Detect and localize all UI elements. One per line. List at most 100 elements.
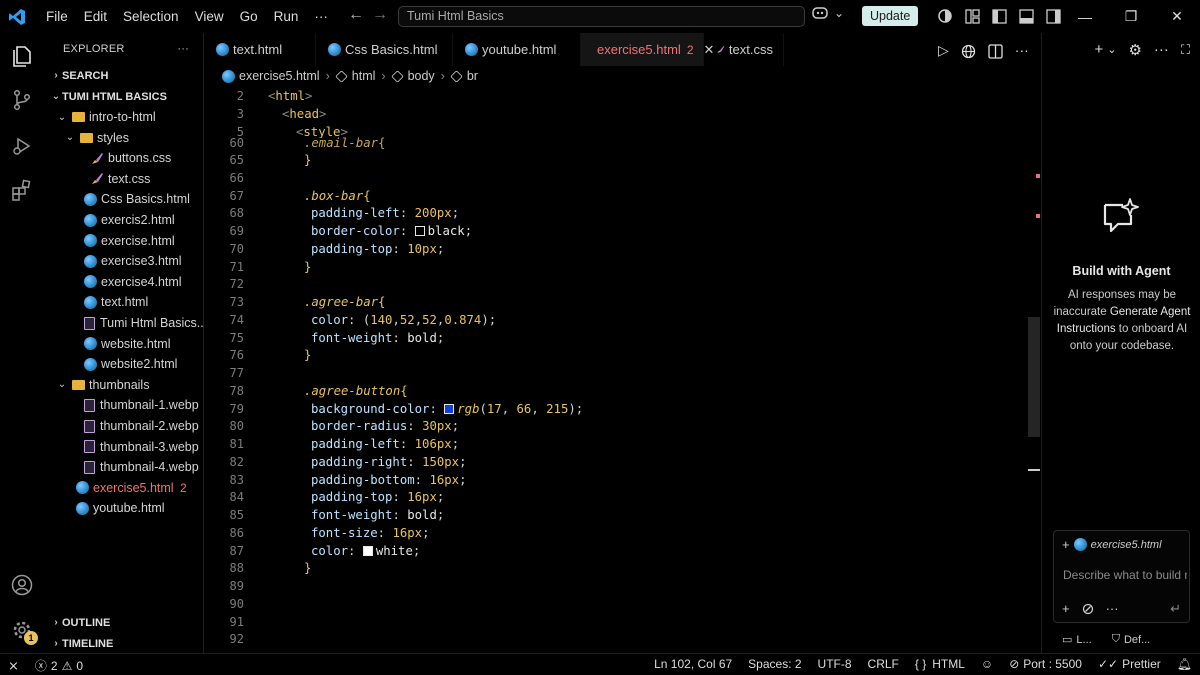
agent-mode-picker[interactable]: ▭ L... — [1062, 633, 1092, 647]
language-mode[interactable]: { } HTML — [915, 657, 965, 671]
send-enter-icon[interactable]: ↵ — [1170, 601, 1181, 617]
tree-item-exercise3-html[interactable]: exercise3.html — [84, 251, 182, 271]
tree-item-exercise-html[interactable]: exercise.html — [84, 231, 175, 251]
breadcrumb-file[interactable]: exercise5.html — [222, 69, 320, 83]
tree-item-youtube-html[interactable]: youtube.html — [76, 498, 165, 518]
menu-file[interactable]: File — [38, 9, 76, 24]
code-line[interactable]: 60 .email-bar{ — [204, 134, 1034, 152]
split-editor-icon[interactable] — [988, 44, 1003, 59]
accounts-icon[interactable] — [937, 8, 953, 24]
code-line[interactable]: 71} — [204, 258, 1034, 276]
agent-more-button[interactable]: ··· — [1154, 41, 1169, 58]
editor-scrollbar[interactable] — [1028, 317, 1040, 437]
add-context-plus-icon[interactable]: + — [1062, 537, 1070, 552]
remote-indicator-icon[interactable]: ⨯ — [8, 658, 19, 674]
explorer-more-button[interactable]: ··· — [177, 43, 189, 55]
agent-model-picker[interactable]: ⛉ Def... — [1112, 633, 1151, 646]
indentation[interactable]: Spaces: 2 — [748, 657, 801, 671]
explorer-files-icon[interactable] — [11, 45, 33, 67]
tree-item-css-basics-html[interactable]: Css Basics.html — [84, 189, 190, 209]
live-server-port[interactable]: ⊘ Port : 5500 — [1009, 657, 1082, 671]
add-plus-icon[interactable]: + — [1062, 601, 1070, 616]
code-line[interactable]: 72 — [204, 275, 1034, 293]
tab-exercise5-html[interactable]: exercise5.html 2 ✕ — [581, 33, 714, 66]
tree-item-exercise5-html[interactable]: exercise5.html 2 — [76, 478, 187, 498]
problems-indicator[interactable]: ⓧ 2 ⚠ 0 — [35, 657, 83, 674]
back-arrow-icon[interactable]: ← — [348, 6, 364, 24]
copilot-status-icon[interactable]: ☺ — [981, 657, 993, 671]
tree-item-buttons-css[interactable]: buttons.css — [90, 148, 171, 168]
account-icon[interactable] — [11, 574, 33, 596]
code-line[interactable]: 80 border-radius: 30px; — [204, 417, 1034, 435]
close-window-icon[interactable]: ✕ — [1154, 8, 1200, 25]
code-line[interactable]: 83 padding-bottom: 16px; — [204, 471, 1034, 489]
tree-item-website-html[interactable]: website.html — [84, 334, 170, 354]
input-more-button[interactable]: ··· — [1106, 601, 1119, 616]
agent-settings-gear-icon[interactable]: ⚙ — [1128, 41, 1141, 59]
toggle-panel-icon[interactable] — [1019, 8, 1034, 24]
code-line[interactable]: 86 font-size: 16px; — [204, 524, 1034, 542]
notifications-bell-icon[interactable]: 🔔︎ — [1177, 657, 1192, 671]
code-line[interactable]: 81 padding-left: 106px; — [204, 435, 1034, 453]
breadcrumb-html[interactable]: html — [335, 69, 375, 83]
code-line[interactable]: 65} — [204, 151, 1034, 169]
editor-more-button[interactable]: ··· — [1015, 42, 1029, 59]
run-debug-icon[interactable] — [11, 135, 33, 157]
sticky-scroll-line[interactable]: 2 <html> — [204, 87, 1034, 105]
tools-icon[interactable] — [1082, 603, 1094, 615]
workspace-root[interactable]: ⌄ TUMI HTML BASICS — [50, 86, 167, 107]
tab-css-basics-html[interactable]: Css Basics.html — [316, 33, 453, 66]
run-icon[interactable]: ▷ — [938, 42, 949, 59]
source-control-icon[interactable] — [11, 89, 33, 111]
tree-item-website2-html[interactable]: website2.html — [84, 354, 177, 374]
code-line[interactable]: 69 border-color: black; — [204, 222, 1034, 240]
code-line[interactable]: 92 — [204, 630, 1034, 648]
code-line[interactable]: 75 font-weight: bold; — [204, 329, 1034, 347]
tree-item-text-css[interactable]: text.css — [90, 169, 150, 189]
tab-text-css[interactable]: text.css — [704, 33, 784, 66]
code-line[interactable]: 76} — [204, 346, 1034, 364]
agent-prompt-input[interactable]: Describe what to build next — [1063, 568, 1187, 582]
chevron-down-icon[interactable]: ⌄ — [1107, 43, 1116, 56]
code-line[interactable]: 91 — [204, 613, 1034, 631]
code-line[interactable]: 73 .agree-bar{ — [204, 293, 1034, 311]
update-button[interactable]: Update — [862, 6, 919, 26]
code-line[interactable]: 87 color: white; — [204, 542, 1034, 560]
new-chat-plus-icon[interactable]: + — [1094, 41, 1103, 58]
timeline-section[interactable]: › TIMELINE — [50, 633, 113, 654]
maximize-panel-icon[interactable]: ⛶ — [1181, 42, 1190, 58]
tree-item-exercis2-html[interactable]: exercis2.html — [84, 210, 175, 230]
restore-icon[interactable]: ❐ — [1108, 8, 1154, 25]
menu-go[interactable]: Go — [232, 9, 266, 24]
tab-youtube-html[interactable]: youtube.html — [453, 33, 581, 66]
code-line[interactable]: 85 font-weight: bold; — [204, 506, 1034, 524]
code-line[interactable]: 68 padding-left: 200px; — [204, 204, 1034, 222]
code-line[interactable]: 74 color: (140,52,52,0.874); — [204, 311, 1034, 329]
tab-text-html[interactable]: text.html — [204, 33, 316, 66]
tree-item-thumbnails[interactable]: ⌄ thumbnails — [56, 375, 150, 395]
tree-item-exercise4-html[interactable]: exercise4.html — [84, 272, 182, 292]
encoding[interactable]: UTF-8 — [818, 657, 852, 671]
sticky-scroll-line[interactable]: 3 <head> — [204, 105, 1034, 123]
code-line[interactable]: 90 — [204, 595, 1034, 613]
tree-item-thumbnail-1-webp[interactable]: thumbnail-1.webp — [84, 395, 199, 415]
code-line[interactable]: 66 — [204, 169, 1034, 187]
customize-layout-icon[interactable] — [965, 8, 980, 24]
menu-view[interactable]: View — [187, 9, 232, 24]
code-line[interactable]: 70 padding-top: 10px; — [204, 240, 1034, 258]
menu-more[interactable]: ··· — [306, 9, 336, 24]
code-editor[interactable]: 2 <html> 3 <head> 5 <style> 60 .email-bar{65} 66… — [204, 86, 1041, 653]
outline-section[interactable]: › OUTLINE — [50, 612, 110, 633]
toggle-primary-sidebar-icon[interactable] — [992, 8, 1007, 24]
command-center-search[interactable]: Tumi Html Basics — [398, 6, 805, 27]
prettier-status[interactable]: ✓✓ Prettier — [1098, 657, 1161, 671]
tree-item-tumi-html-basics[interactable]: Tumi Html Basics... — [84, 313, 207, 333]
forward-arrow-icon[interactable]: → — [372, 6, 388, 24]
tree-item-thumbnail-3-webp[interactable]: thumbnail-3.webp — [84, 437, 199, 457]
code-line[interactable]: 88} — [204, 559, 1034, 577]
toggle-secondary-sidebar-icon[interactable] — [1046, 8, 1061, 24]
extensions-icon[interactable] — [11, 179, 33, 201]
code-line[interactable]: 82 padding-right: 150px; — [204, 453, 1034, 471]
tree-item-text-html[interactable]: text.html — [84, 292, 148, 312]
breadcrumb-br[interactable]: br — [450, 69, 478, 83]
